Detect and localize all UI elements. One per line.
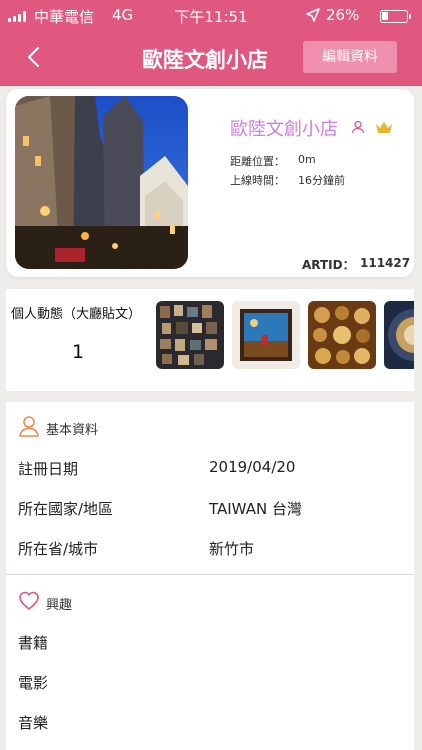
artid-row: ARTID： 111427 [302,256,410,273]
post-thumbnail[interactable] [384,301,414,369]
activity-label: 個人動態（大廳貼文） [11,307,142,322]
header-bar: 中華電信 4G 下午11:51 26% 歐陸文創小店 編輯資料 [0,0,422,86]
distance-label: 距離位置： [230,155,285,168]
artid-label: ARTID： [302,258,355,272]
heart-icon [19,591,39,610]
person-icon [351,120,365,134]
status-bar: 中華電信 4G 下午11:51 26% [0,0,422,30]
interests-title: 興趣 [46,598,73,613]
post-thumbnail[interactable] [156,301,224,369]
online-time-value: 16分鐘前 [298,174,345,187]
post-thumbnail[interactable] [232,301,300,369]
back-chevron-icon[interactable] [22,44,48,70]
edit-profile-button[interactable]: 編輯資料 [303,41,397,73]
interest-item: 書籍 [18,634,49,652]
online-time-row: 上線時間： 16分鐘前 [230,172,345,188]
field-value: 2019/04/20 [209,458,296,476]
distance-value: 0m [298,153,316,166]
profile-card: 歐陸文創小店 距離位置： 0m 上線時間： 16分鐘前 ARTID： 11142… [6,89,414,277]
post-thumbnail[interactable] [308,301,376,369]
battery-icon [380,10,411,23]
battery-percentage: 26% [326,6,360,24]
carrier-name: 中華電信 [34,8,95,26]
artid-value: 111427 [360,256,411,270]
page-title: 歐陸文創小店 [142,48,268,72]
activity-section: 個人動態（大廳貼文） 1 [6,289,414,391]
profile-photo[interactable] [15,96,188,269]
field-label: 所在省/城市 [18,540,99,558]
section-divider [6,574,414,575]
interest-item: 音樂 [18,714,49,732]
field-label: 所在國家/地區 [18,500,114,518]
basic-info-title: 基本資料 [46,423,99,438]
location-arrow-icon [306,8,320,22]
field-value: TAIWAN 台灣 [209,500,302,518]
profile-details: 基本資料 註冊日期 2019/04/20 所在國家/地區 TAIWAN 台灣 所… [6,402,414,750]
signal-icon [8,10,30,22]
interest-item: 電影 [18,674,49,692]
crown-icon [376,122,392,133]
online-time-label: 上線時間： [230,174,285,187]
shop-name: 歐陸文創小店 [230,119,338,140]
activity-count: 1 [72,341,85,363]
network-type: 4G [112,6,134,24]
distance-row: 距離位置： 0m [230,153,316,169]
field-label: 註冊日期 [18,460,79,478]
person-icon [19,416,39,437]
field-value: 新竹市 [209,540,255,558]
